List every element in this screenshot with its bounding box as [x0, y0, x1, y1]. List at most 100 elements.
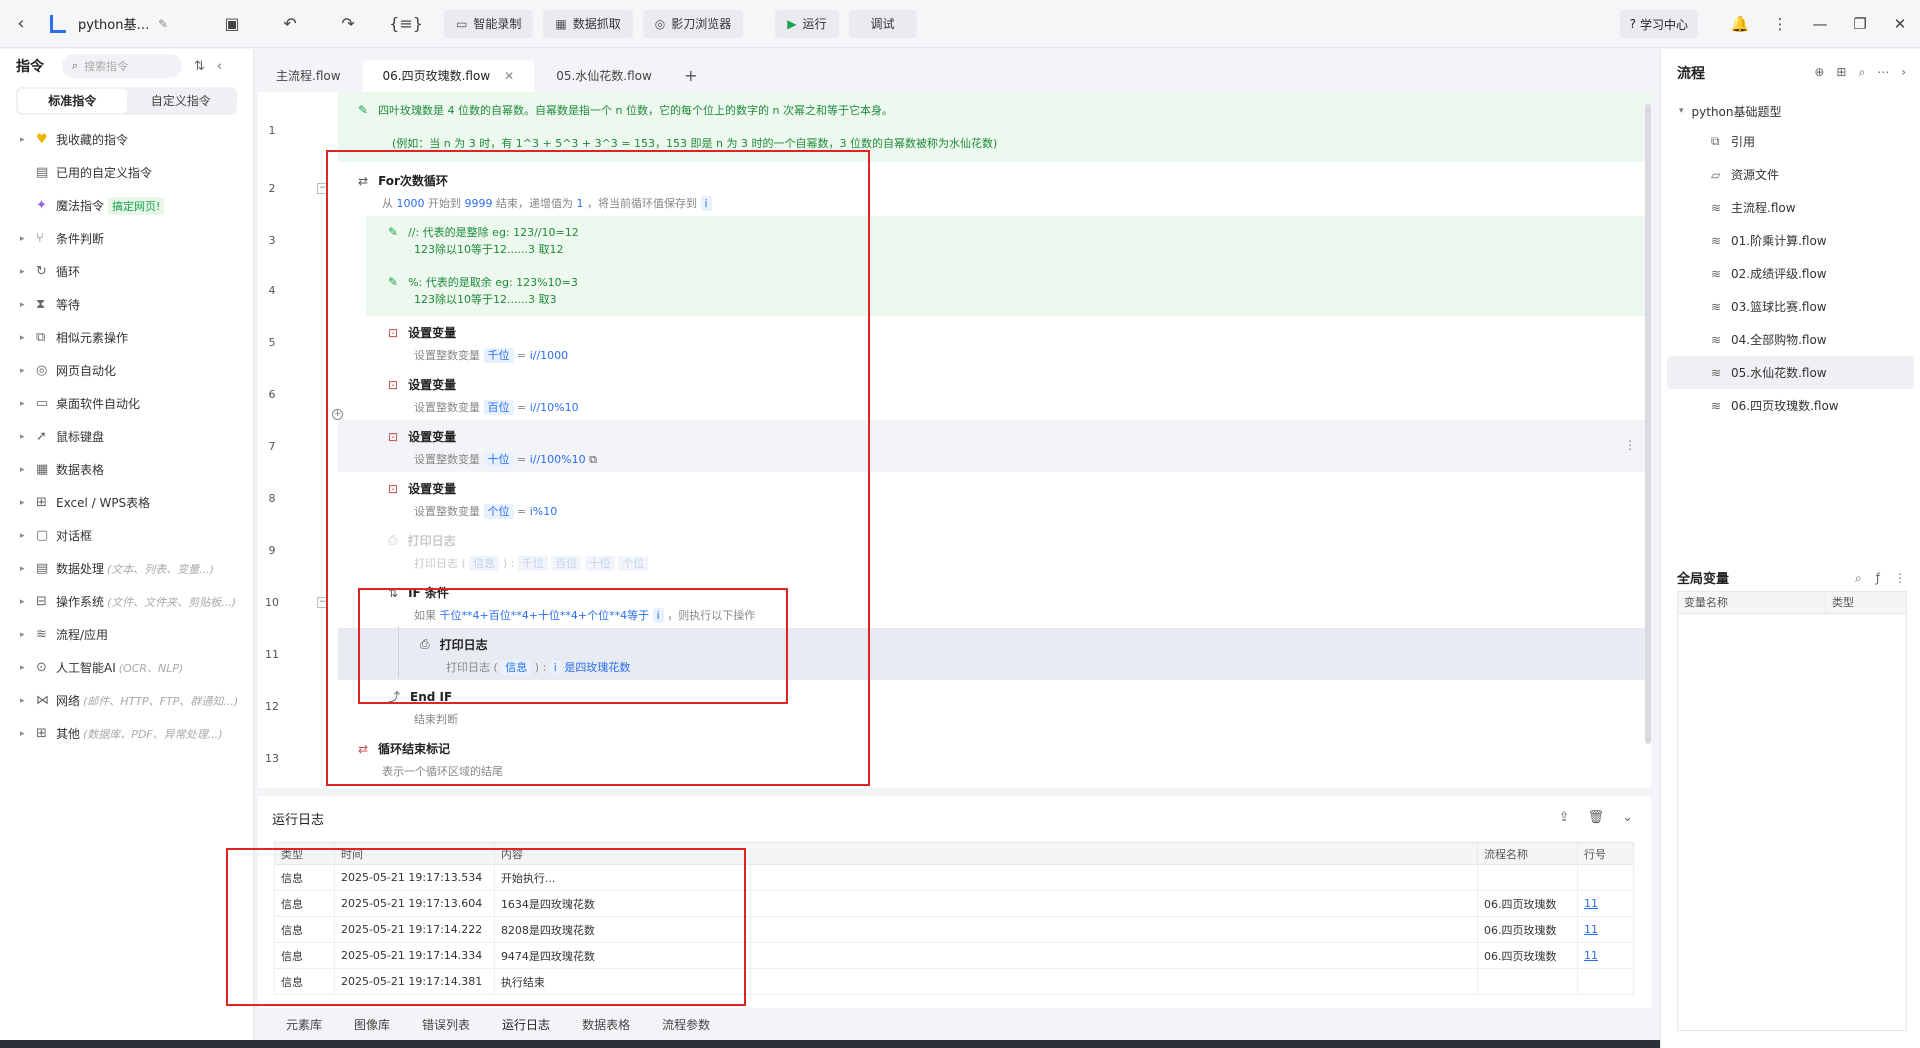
tab-standard-commands[interactable]: 标准指令: [18, 89, 127, 113]
tab-image-library[interactable]: 图像库: [338, 1016, 406, 1033]
tab-rose-number-flow[interactable]: 06.四页玫瑰数.flow ✕: [362, 60, 535, 92]
save-icon[interactable]: ▣: [214, 14, 250, 33]
command-category[interactable]: ▸ ⊟ 操作系统 (文件、文件夹、剪贴板...): [0, 585, 253, 618]
command-category[interactable]: ▸ ♥ 我收藏的指令: [0, 123, 253, 156]
line-number: 13: [265, 752, 279, 765]
undo-icon[interactable]: ↶: [272, 14, 308, 33]
layers-icon: ≋: [36, 627, 47, 642]
tree-item-flow-selected[interactable]: ≋ 05.水仙花数.flow: [1667, 356, 1914, 389]
tree-item-resources[interactable]: ▱ 资源文件: [1661, 158, 1920, 191]
close-icon[interactable]: ✕: [1880, 15, 1920, 33]
line-number: 3: [268, 234, 276, 247]
data-extract-button[interactable]: ▦ 数据抓取: [543, 9, 633, 38]
line-number: 2: [268, 182, 276, 195]
search-icon[interactable]: ⌕: [1858, 65, 1865, 80]
command-category[interactable]: ▸ ⧗ 等待: [0, 288, 253, 321]
project-tree-root[interactable]: ▾ python基础题型: [1661, 97, 1920, 125]
layers-icon: ≋: [1711, 233, 1722, 248]
command-category[interactable]: ▸ ↻ 循环: [0, 255, 253, 288]
tab-flow-params[interactable]: 流程参数: [646, 1016, 726, 1033]
tree-item-reference[interactable]: ⧉ 引用: [1661, 125, 1920, 158]
column-header: 类型: [1832, 596, 1854, 609]
run-button[interactable]: ▶ 运行: [775, 9, 839, 38]
chevron-down-icon[interactable]: ⌄: [1622, 810, 1633, 825]
command-category[interactable]: ▸ ▭ 桌面软件自动化: [0, 387, 253, 420]
add-tab-icon[interactable]: +: [674, 60, 708, 92]
layers-icon: ≋: [1711, 266, 1722, 281]
tab-run-log[interactable]: 运行日志: [486, 1016, 566, 1042]
more-menu-icon[interactable]: ⋯: [1877, 65, 1889, 80]
os-icon: ⊟: [36, 594, 47, 609]
command-category[interactable]: ▸ ▦ 数据表格: [0, 453, 253, 486]
line-link[interactable]: 11: [1577, 916, 1634, 943]
chevron-right-icon: ▸: [20, 299, 25, 310]
comment-step[interactable]: ✎ 四叶玫瑰数是 4 位数的自幂数。自幂数是指一个 n 位数，它的每个位上的数字的…: [358, 102, 997, 152]
command-category[interactable]: ▸ ▤ 数据处理 (文本、列表、变量...): [0, 552, 253, 585]
browser-button[interactable]: ◎ 影刀浏览器: [642, 9, 744, 38]
line-number: 10: [265, 596, 279, 609]
web-icon: ◎: [36, 363, 48, 378]
sort-icon[interactable]: ⇅: [194, 59, 205, 74]
command-category[interactable]: ▸ ▢ 对话框: [0, 519, 253, 552]
command-category[interactable]: ▸ ➚ 鼠标键盘: [0, 420, 253, 453]
search-icon[interactable]: ⌕: [1855, 571, 1862, 586]
tab-error-list[interactable]: 错误列表: [406, 1016, 486, 1033]
variables-icon[interactable]: {≡}: [388, 14, 424, 33]
redo-icon[interactable]: ↷: [330, 14, 366, 33]
export-icon[interactable]: ⇪: [1559, 810, 1570, 825]
command-category[interactable]: ▸ ⋈ 网络 (邮件、HTTP、FTP、群通知...): [0, 684, 253, 717]
tree-item-flow[interactable]: ≋ 02.成绩评级.flow: [1661, 257, 1920, 290]
chevron-right-icon: ▸: [20, 596, 25, 607]
command-category[interactable]: ▸ ⊙ 人工智能AI (OCR、NLP): [0, 651, 253, 684]
add-module-icon[interactable]: ⊞: [1836, 65, 1846, 80]
top-right-tools: ? 学习中心 🔔 ⋮ — ❐ ✕: [1619, 0, 1920, 48]
more-menu-icon[interactable]: ⋮: [1894, 571, 1906, 586]
command-category[interactable]: ▸ ≋ 流程/应用: [0, 618, 253, 651]
chevron-right-icon: ▸: [20, 134, 25, 145]
minimize-icon[interactable]: —: [1800, 15, 1840, 33]
edit-icon[interactable]: ✎: [158, 17, 168, 31]
row-more-icon[interactable]: ⋮: [1624, 438, 1636, 452]
chevron-right-icon: ▸: [20, 398, 25, 409]
chevron-right-icon: ▸: [20, 530, 25, 541]
command-category[interactable]: ▸ ◎ 网页自动化: [0, 354, 253, 387]
tab-data-table[interactable]: 数据表格: [566, 1016, 646, 1033]
calendar-icon: ▤: [36, 165, 49, 180]
line-link[interactable]: 11: [1577, 942, 1634, 969]
bell-icon[interactable]: 🔔: [1720, 15, 1760, 33]
command-category[interactable]: ▸ ⑂ 条件判断: [0, 222, 253, 255]
command-category[interactable]: ▸ ⊞ 其他 (数据库、PDF、异常处理...): [0, 717, 253, 750]
dialog-icon: ▢: [36, 528, 49, 543]
flow-tabs: 主流程.flow 06.四页玫瑰数.flow ✕ 05.水仙花数.flow +: [256, 56, 1651, 92]
line-number: 11: [265, 648, 279, 661]
close-tab-icon[interactable]: ✕: [504, 69, 514, 83]
learning-center-button[interactable]: ? 学习中心: [1619, 10, 1698, 38]
command-category[interactable]: ▤ 已用的自定义指令: [0, 156, 253, 189]
function-icon[interactable]: ƒ: [1876, 571, 1880, 586]
command-category[interactable]: ▸ ⊞ Excel / WPS表格: [0, 486, 253, 519]
tab-element-library[interactable]: 元素库: [270, 1016, 338, 1033]
smart-record-button[interactable]: ▭ 智能录制: [444, 9, 534, 38]
command-category[interactable]: ✦ 魔法指令 搞定网页!: [0, 189, 253, 222]
tree-item-flow[interactable]: ≋ 03.篮球比赛.flow: [1661, 290, 1920, 323]
editor-scrollbar[interactable]: [1645, 104, 1651, 744]
tab-custom-commands[interactable]: 自定义指令: [127, 89, 236, 113]
chevron-right-icon[interactable]: ›: [1901, 65, 1906, 80]
tree-item-flow[interactable]: ≋ 01.阶乘计算.flow: [1661, 224, 1920, 257]
collapse-panel-icon[interactable]: ‹: [217, 59, 222, 74]
command-search-input[interactable]: ⌕ 搜索指令: [62, 54, 182, 78]
command-category[interactable]: ▸ ⧉ 相似元素操作: [0, 321, 253, 354]
tab-narcissus-flow[interactable]: 05.水仙花数.flow: [536, 60, 672, 92]
debug-button[interactable]: 调试: [848, 9, 917, 38]
more-menu-icon[interactable]: ⋮: [1760, 15, 1800, 33]
tree-item-flow[interactable]: ≋ 主流程.flow: [1661, 191, 1920, 224]
add-flow-icon[interactable]: ⊕: [1814, 65, 1824, 80]
tree-item-flow[interactable]: ≋ 06.四页玫瑰数.flow: [1661, 389, 1920, 422]
back-icon[interactable]: ‹: [0, 13, 42, 34]
line-link[interactable]: 11: [1577, 890, 1634, 917]
restore-icon[interactable]: ❐: [1840, 15, 1880, 33]
tree-item-flow[interactable]: ≋ 04.全部购物.flow: [1661, 323, 1920, 356]
tab-main-flow[interactable]: 主流程.flow: [256, 60, 361, 92]
trash-icon[interactable]: 🗑: [1588, 810, 1605, 825]
command-list: ▸ ♥ 我收藏的指令 ▤ 已用的自定义指令 ✦ 魔法指令 搞定网页! ▸ ⑂ 条件判断 ▸ ↻ 循…: [0, 123, 253, 750]
